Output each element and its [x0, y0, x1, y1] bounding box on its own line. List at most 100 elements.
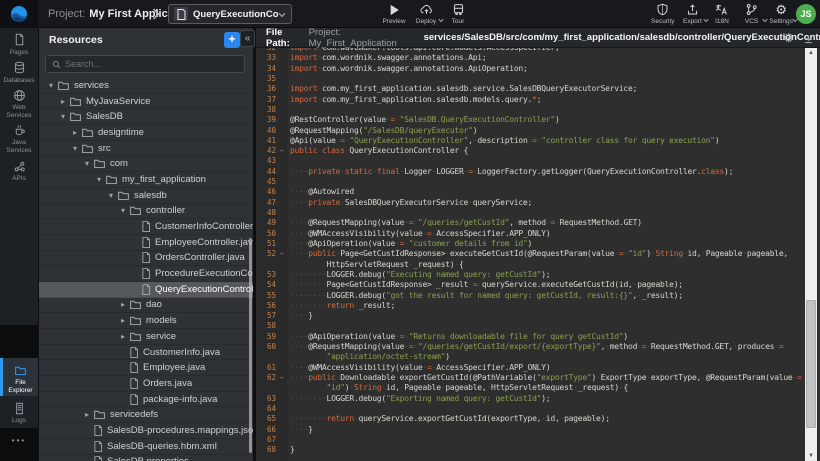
chevron-right-icon[interactable]: ▸: [81, 410, 93, 419]
topbar-action-preview-button[interactable]: Preview: [378, 0, 410, 28]
code-line[interactable]: 56········return·_result;: [256, 301, 805, 311]
code-line[interactable]: 36import·com.my_first_application.salesd…: [256, 84, 805, 94]
chevron-right-icon[interactable]: ▸: [117, 332, 129, 341]
topbar-action-tour-button[interactable]: Tour: [442, 0, 474, 28]
topbar-action-deploy-button[interactable]: Deploy: [410, 0, 442, 28]
tree-item-services[interactable]: ▾services: [39, 78, 253, 94]
chevron-down-icon[interactable]: ▾: [45, 81, 57, 90]
code-line[interactable]: 61····@WMAccessVisibility(value·=·Access…: [256, 363, 805, 373]
code-line[interactable]: 42−public·class·QueryExecutionController…: [256, 146, 805, 156]
panel-divider[interactable]: [253, 28, 256, 461]
tree-item-salesdb-queries-hbm-xml[interactable]: SalesDB-queries.hbm.xml: [39, 439, 253, 455]
code-line[interactable]: 44····private·static·final·Logger·LOGGER…: [256, 167, 805, 177]
code-line[interactable]: 57····}: [256, 311, 805, 321]
fold-marker-icon[interactable]: −: [276, 146, 287, 156]
chevron-right-icon[interactable]: ▸: [117, 300, 129, 309]
code-line[interactable]: 47····private·SalesDBQueryExecutorServic…: [256, 198, 805, 208]
tree-item-customerinfocontroller-java[interactable]: CustomerInfoController.java: [39, 219, 253, 235]
chevron-down-icon[interactable]: ▾: [69, 144, 81, 153]
code-line[interactable]: 53········LOGGER.debug("Executing named …: [256, 270, 805, 280]
scroll-up-icon[interactable]: ▲: [805, 50, 817, 56]
tree-item-com[interactable]: ▾com: [39, 156, 253, 172]
tree-item-servicedefs[interactable]: ▸servicedefs: [39, 407, 253, 423]
chevron-right-icon[interactable]: ▸: [57, 97, 69, 106]
wavemaker-logo[interactable]: [0, 0, 38, 28]
tree-item-procedureexecutioncontroller-java[interactable]: ProcedureExecutionController.java: [39, 266, 253, 282]
tree-scrollbar[interactable]: [249, 238, 252, 453]
code-line[interactable]: 58: [256, 321, 805, 331]
avatar[interactable]: JS: [796, 4, 816, 24]
open-file-tab[interactable]: QueryExecutionCon...: [168, 4, 292, 24]
code-line[interactable]: "id")·String·id,·Pageable·pageable,·Http…: [256, 383, 805, 393]
code-line[interactable]: 48: [256, 208, 805, 218]
code-line[interactable]: 68}: [256, 445, 805, 455]
chevron-down-icon[interactable]: ▾: [117, 206, 129, 215]
sidebar-item-databases[interactable]: Databases: [0, 56, 38, 84]
topbar-action-vcs-button[interactable]: VCS: [737, 0, 767, 28]
search-input[interactable]: [65, 59, 215, 69]
code-line[interactable]: 34import·com.wordnik.swagger.annotations…: [256, 64, 805, 74]
code-line[interactable]: "application/octet-stream"): [256, 352, 805, 362]
code-line[interactable]: 52−····public·Page<GetCustIdResponse>·ex…: [256, 249, 805, 259]
scroll-down-icon[interactable]: ▼: [805, 453, 817, 459]
tree-item-salesdb-procedures-mappings-json[interactable]: SalesDB-procedures.mappings.json: [39, 423, 253, 439]
code-line[interactable]: 54········Page<GetCustIdResponse>·_resul…: [256, 280, 805, 290]
tree-item-queryexecutioncontroller-java[interactable]: QueryExecutionController.java: [39, 282, 253, 298]
code-line[interactable]: 39@RestController(value·=·"SalesDB.Query…: [256, 115, 805, 125]
code-line[interactable]: 60····@RequestMapping(value·=·"/queries/…: [256, 342, 805, 352]
code-line[interactable]: 65········return·queryService.exportGetC…: [256, 414, 805, 424]
tree-item-salesdb[interactable]: ▾SalesDB: [39, 109, 253, 125]
tree-item-orders-java[interactable]: Orders.java: [39, 376, 253, 392]
sidebar-item-web-services[interactable]: Web Services: [0, 84, 38, 119]
chevron-down-icon[interactable]: ▾: [57, 112, 69, 121]
tree-item-customerinfo-java[interactable]: CustomerInfo.java: [39, 345, 253, 361]
sidebar-item-apis[interactable]: APIs: [0, 154, 38, 184]
chevron-right-icon[interactable]: ▸: [117, 316, 129, 325]
sidebar-item-file-explorer[interactable]: File Explorer: [0, 358, 38, 396]
editor-scrollbar[interactable]: ▲ ▼: [805, 48, 817, 461]
topbar-action-security-button[interactable]: Security: [648, 0, 678, 28]
tree-item-orderscontroller-java[interactable]: OrdersController.java: [39, 251, 253, 267]
code-line[interactable]: 51····@ApiOperation(value·=·"customer de…: [256, 239, 805, 249]
tree-item-src[interactable]: ▾src: [39, 141, 253, 157]
code-line[interactable]: 50····@WMAccessVisibility(value·=·Access…: [256, 229, 805, 239]
chevron-right-icon[interactable]: ▸: [69, 128, 81, 137]
tree-item-dao[interactable]: ▸dao: [39, 298, 253, 314]
fold-marker-icon[interactable]: −: [276, 249, 287, 259]
code-line[interactable]: HttpServletRequest·_request)·{: [256, 260, 805, 270]
topbar-action-i18n-button[interactable]: I18N: [707, 0, 737, 28]
collapse-panel-button[interactable]: «: [240, 30, 255, 47]
tree-item-salesdb-properties[interactable]: SalesDB.properties: [39, 455, 253, 461]
code-line[interactable]: 38: [256, 105, 805, 115]
code-editor[interactable]: 32import·com.wavemaker.tools.api.core.mo…: [256, 48, 820, 461]
code-line[interactable]: 55········LOGGER.debug("got the result f…: [256, 291, 805, 301]
code-line[interactable]: 64: [256, 404, 805, 414]
sidebar-item-pages[interactable]: Pages: [0, 28, 38, 56]
sidebar-item-java-services[interactable]: Java Services: [0, 119, 38, 154]
gear-icon[interactable]: ⚙: [783, 31, 794, 45]
code-line[interactable]: 40@RequestMapping("/SalesDB/queryExecuto…: [256, 126, 805, 136]
tree-item-package-info-java[interactable]: package-info.java: [39, 392, 253, 408]
tree-item-service[interactable]: ▸service: [39, 329, 253, 345]
chevron-down-icon[interactable]: [278, 5, 286, 23]
code-line[interactable]: 43: [256, 156, 805, 166]
tree-item-designtime[interactable]: ▸designtime: [39, 125, 253, 141]
code-line[interactable]: 59····@ApiOperation(value·=·"Returns dow…: [256, 332, 805, 342]
more-options-icon[interactable]: •••: [0, 436, 38, 445]
chevron-down-icon[interactable]: ▾: [93, 175, 105, 184]
add-resource-button[interactable]: +: [224, 32, 240, 48]
chevron-down-icon[interactable]: ▾: [105, 191, 117, 200]
chevron-down-icon[interactable]: ▾: [81, 159, 93, 168]
fold-marker-icon[interactable]: −: [276, 373, 287, 383]
tree-item-employee-java[interactable]: Employee.java: [39, 360, 253, 376]
code-line[interactable]: 63········LOGGER.debug("Exporting named …: [256, 394, 805, 404]
tree-item-models[interactable]: ▸models: [39, 313, 253, 329]
code-line[interactable]: 37import·com.my_first_application.salesd…: [256, 95, 805, 105]
code-line[interactable]: 66····}: [256, 425, 805, 435]
code-line[interactable]: 33import·com.wordnik.swagger.annotations…: [256, 53, 805, 63]
code-line[interactable]: 41@Api(value·=·"QueryExecutionController…: [256, 136, 805, 146]
code-line[interactable]: 62−····public·Downloadable·exportGetCust…: [256, 373, 805, 383]
code-line[interactable]: 67: [256, 435, 805, 445]
tree-item-employeecontroller-java[interactable]: EmployeeController.java: [39, 235, 253, 251]
topbar-action-export-button[interactable]: Export: [678, 0, 708, 28]
